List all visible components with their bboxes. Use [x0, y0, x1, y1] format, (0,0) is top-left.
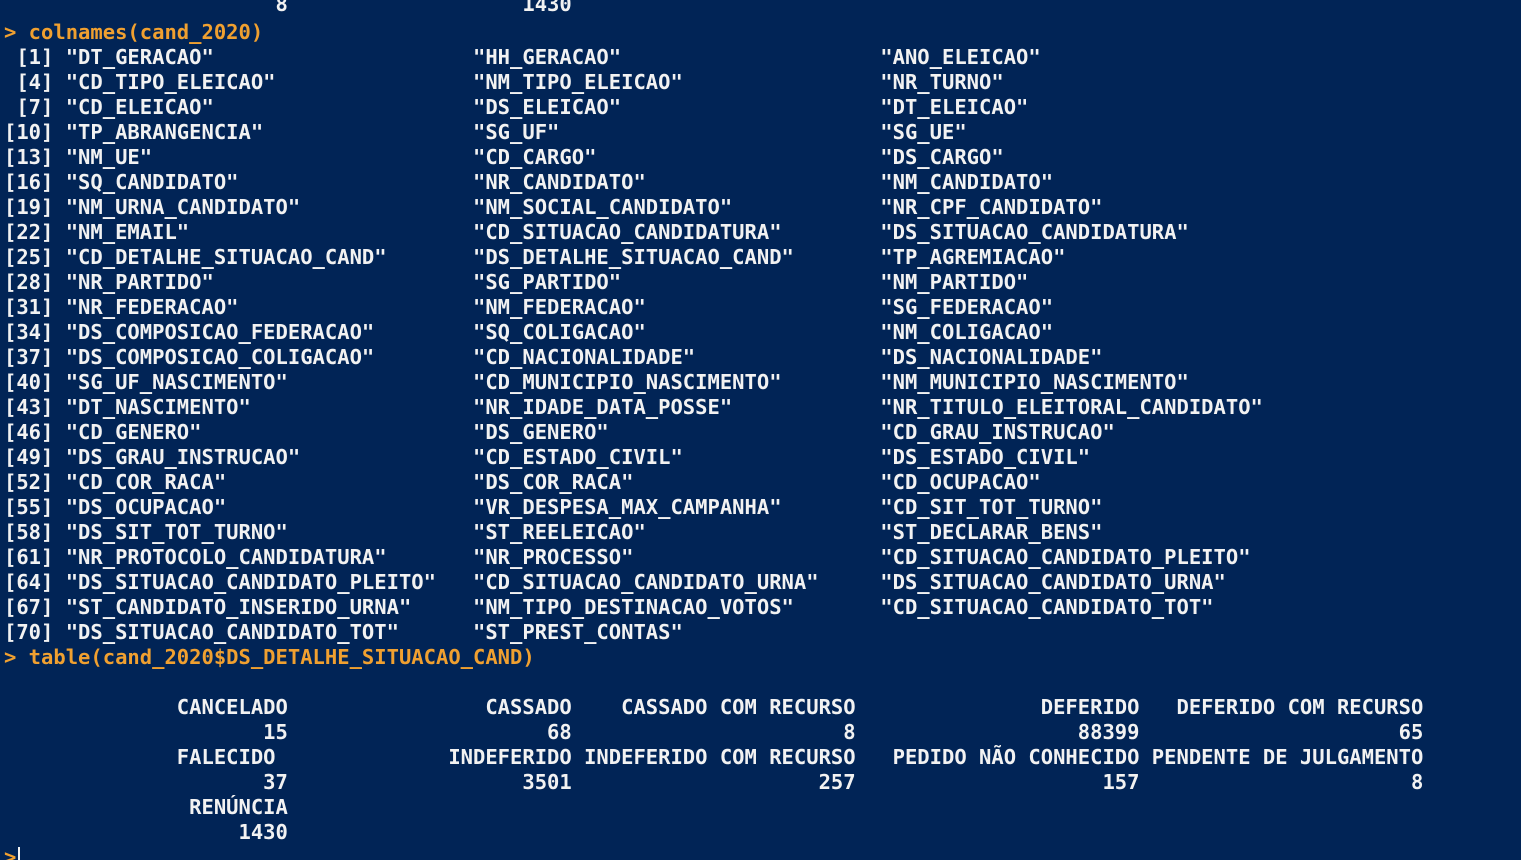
console-output-line: [4] "CD_TIPO_ELEICAO" "NM_TIPO_ELEICAO" …: [4, 70, 1004, 94]
console-output-line: [64] "DS_SITUACAO_CANDIDATO_PLEITO" "CD_…: [4, 570, 1226, 594]
console-output-line: [43] "DT_NASCIMENTO" "NR_IDADE_DATA_POSS…: [4, 395, 1263, 419]
console-output-line: [10] "TP_ABRANGENCIA" "SG_UF" "SG_UE": [4, 120, 967, 144]
prompt-symbol: >: [4, 845, 17, 860]
table-header-row: FALECIDO INDEFERIDO INDEFERIDO COM RECUR…: [4, 745, 1424, 769]
console-output-line: [49] "DS_GRAU_INSTRUCAO" "CD_ESTADO_CIVI…: [4, 445, 1091, 469]
console-output-line: [52] "CD_COR_RACA" "DS_COR_RACA" "CD_OCU…: [4, 470, 1041, 494]
r-console[interactable]: 8 1430 > colnames(cand_2020) [1] "DT_GER…: [0, 0, 1521, 860]
console-output-line: [61] "NR_PROTOCOLO_CANDIDATURA" "NR_PROC…: [4, 545, 1251, 569]
input-prompt[interactable]: >: [4, 845, 21, 860]
console-output-line: 8 1430: [4, 0, 572, 16]
table-value-row: 15 68 8 88399 65: [4, 720, 1424, 744]
console-output-line: [31] "NR_FEDERACAO" "NM_FEDERACAO" "SG_F…: [4, 295, 1054, 319]
console-output-line: [22] "NM_EMAIL" "CD_SITUACAO_CANDIDATURA…: [4, 220, 1189, 244]
table-value-row: 37 3501 257 157 8: [4, 770, 1424, 794]
console-command-line: > table(cand_2020$DS_DETALHE_SITUACAO_CA…: [4, 645, 535, 669]
text-cursor: [18, 847, 21, 860]
console-output-line: [34] "DS_COMPOSICAO_FEDERACAO" "SQ_COLIG…: [4, 320, 1054, 344]
console-output-line: [1] "DT_GERACAO" "HH_GERACAO" "ANO_ELEIC…: [4, 45, 1041, 69]
console-output-line: [28] "NR_PARTIDO" "SG_PARTIDO" "NM_PARTI…: [4, 270, 1029, 294]
console-output-line: [40] "SG_UF_NASCIMENTO" "CD_MUNICIPIO_NA…: [4, 370, 1189, 394]
console-output-line: [37] "DS_COMPOSICAO_COLIGACAO" "CD_NACIO…: [4, 345, 1103, 369]
console-output-line: [67] "ST_CANDIDATO_INSERIDO_URNA" "NM_TI…: [4, 595, 1214, 619]
table-value-row: 1430: [4, 820, 288, 844]
console-output-line: [25] "CD_DETALHE_SITUACAO_CAND" "DS_DETA…: [4, 245, 1066, 269]
console-output-line: [7] "CD_ELEICAO" "DS_ELEICAO" "DT_ELEICA…: [4, 95, 1029, 119]
console-output-line: [55] "DS_OCUPACAO" "VR_DESPESA_MAX_CAMPA…: [4, 495, 1103, 519]
console-output-line: [58] "DS_SIT_TOT_TURNO" "ST_REELEICAO" "…: [4, 520, 1103, 544]
console-output-line: [70] "DS_SITUACAO_CANDIDATO_TOT" "ST_PRE…: [4, 620, 683, 644]
table-header-row: CANCELADO CASSADO CASSADO COM RECURSO DE…: [4, 695, 1424, 719]
table-header-row: RENÚNCIA: [4, 795, 288, 819]
console-output-line: [13] "NM_UE" "CD_CARGO" "DS_CARGO": [4, 145, 1004, 169]
console-output-line: [19] "NM_URNA_CANDIDATO" "NM_SOCIAL_CAND…: [4, 195, 1103, 219]
console-command-line: > colnames(cand_2020): [4, 20, 264, 44]
console-output-line: [16] "SQ_CANDIDATO" "NR_CANDIDATO" "NM_C…: [4, 170, 1054, 194]
console-output-line: [46] "CD_GENERO" "DS_GENERO" "CD_GRAU_IN…: [4, 420, 1115, 444]
